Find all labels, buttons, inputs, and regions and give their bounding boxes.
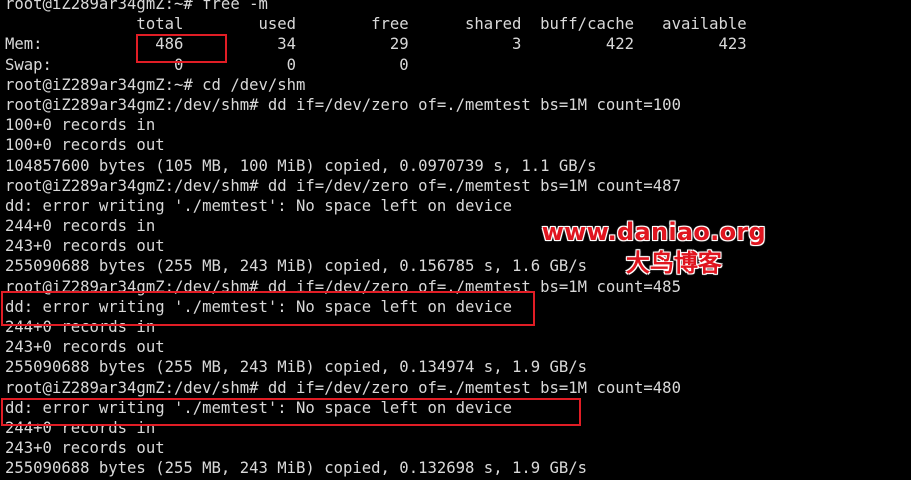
- terminal-line: 104857600 bytes (105 MB, 100 MiB) copied…: [5, 156, 597, 175]
- terminal-line: root@iZ289ar34gmZ:/dev/shm# dd if=/dev/z…: [5, 378, 681, 397]
- terminal-line: 255090688 bytes (255 MB, 243 MiB) copied…: [5, 459, 588, 478]
- terminal-line: 243+0 records out: [5, 439, 165, 458]
- terminal-line: 243+0 records out: [5, 338, 165, 357]
- terminal-line: dd: error writing './memtest': No space …: [5, 398, 512, 417]
- terminal-output[interactable]: root@iZ289ar34gmZ:~# free -m total used …: [0, 0, 911, 480]
- terminal-line: 244+0 records in: [5, 318, 156, 336]
- watermark-name: 大鸟博客: [625, 249, 722, 277]
- terminal-line: 244+0 records in: [5, 217, 156, 236]
- terminal-line: 100+0 records in: [5, 116, 156, 135]
- terminal-line: 244+0 records in: [5, 418, 156, 437]
- terminal-line: total used free shared buff/cache availa…: [5, 15, 747, 34]
- terminal-line: 255090688 bytes (255 MB, 243 MiB) copied…: [5, 358, 588, 377]
- terminal-line: Mem: 486 34 29 3 422 423: [5, 35, 747, 54]
- terminal-line: root@iZ289ar34gmZ:/dev/shm# dd if=/dev/z…: [5, 176, 681, 195]
- terminal-line: dd: error writing './memtest': No space …: [5, 297, 512, 316]
- terminal-line: 100+0 records out: [5, 136, 165, 155]
- terminal-line: root@iZ289ar34gmZ:/dev/shm# dd if=/dev/z…: [5, 277, 681, 296]
- terminal-line: root@iZ289ar34gmZ:/dev/shm# dd if=/dev/z…: [5, 95, 681, 114]
- watermark-url: www.daniao.org: [541, 218, 766, 246]
- terminal-line: 243+0 records out: [5, 237, 165, 256]
- terminal-line: dd: error writing './memtest': No space …: [5, 196, 512, 215]
- terminal-line: root@iZ289ar34gmZ:~# cd /dev/shm: [5, 75, 306, 94]
- terminal-line: root@iZ289ar34gmZ:~# free -m: [5, 0, 268, 13]
- watermark: www.daniao.org 大鸟博客: [542, 218, 766, 278]
- terminal-line: 255090688 bytes (255 MB, 243 MiB) copied…: [5, 257, 588, 276]
- terminal-line: Swap: 0 0 0: [5, 55, 409, 74]
